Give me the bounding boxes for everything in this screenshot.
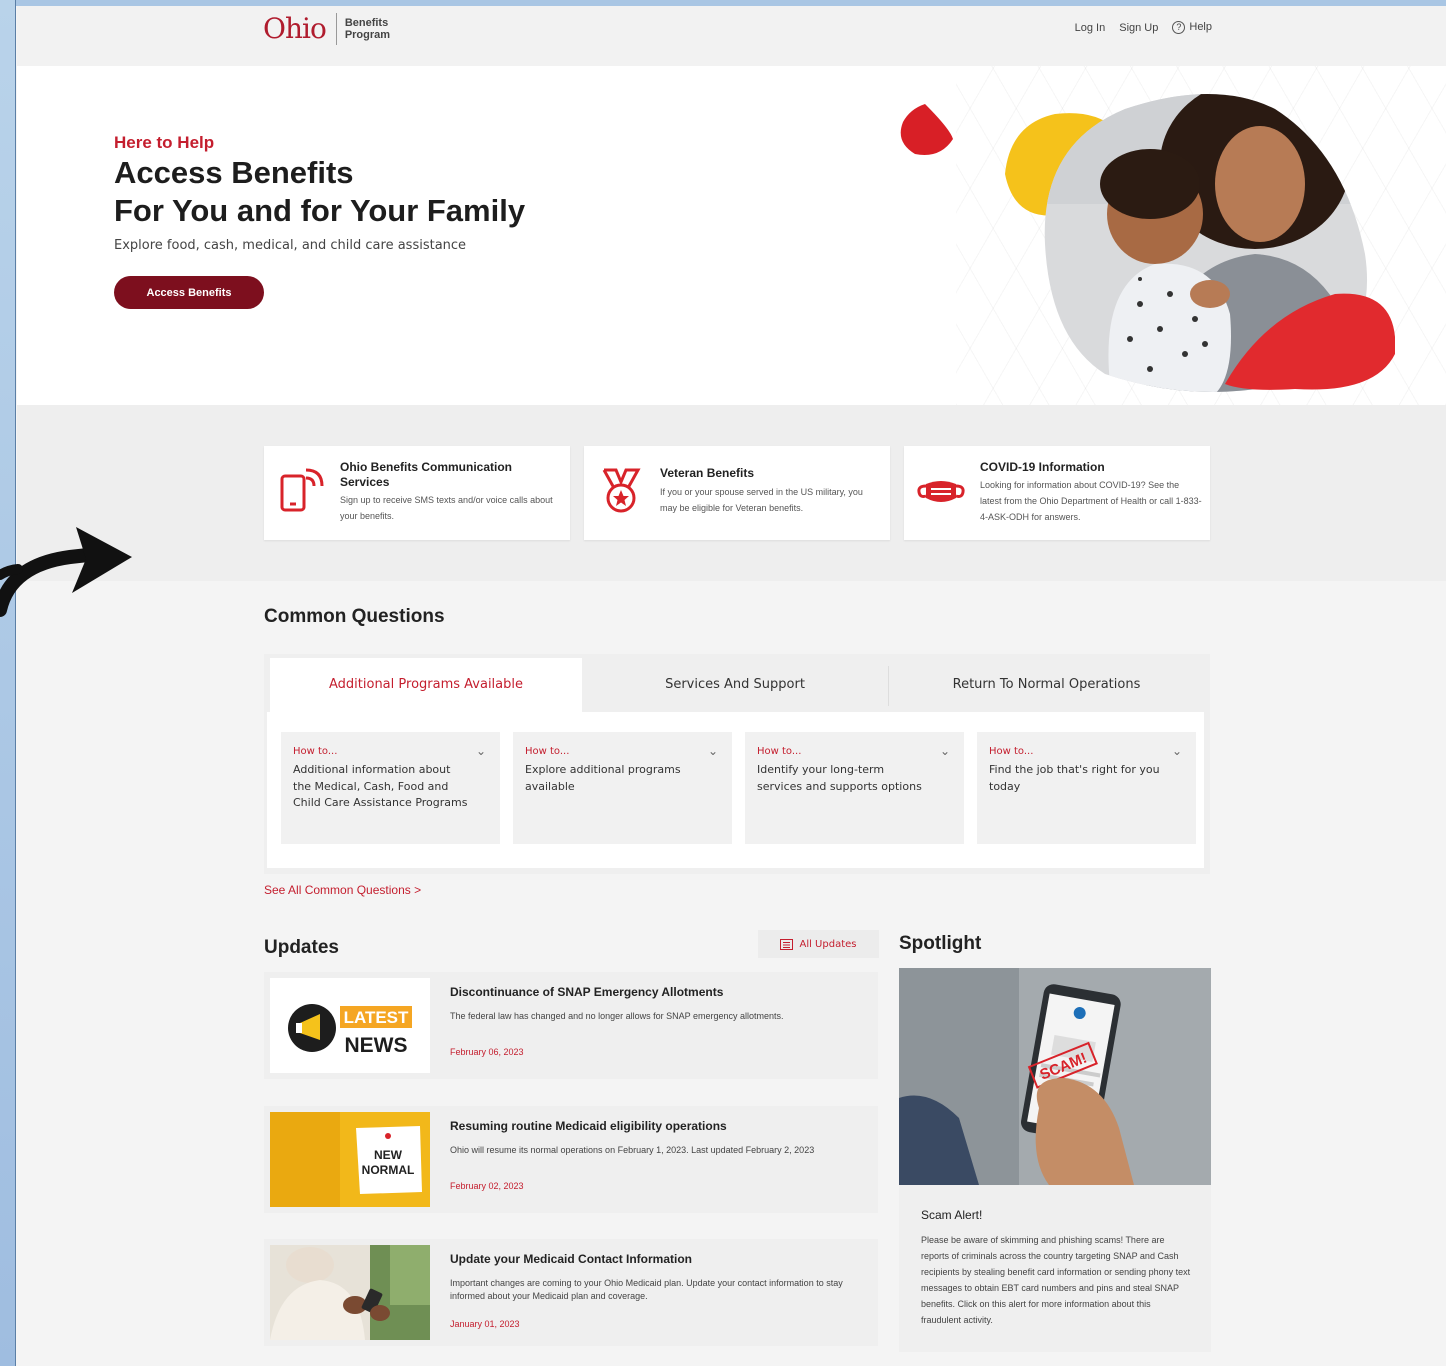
thumb-text-new: NEW (374, 1148, 403, 1162)
hero-title-line-1: Access Benefits (114, 155, 354, 190)
logo-separator (335, 12, 337, 45)
faq-item[interactable]: How to... ⌄ Find the job that's right fo… (977, 732, 1196, 844)
common-questions-tabs: Additional Programs Available Services A… (264, 654, 1210, 874)
new-normal-image: NEW NORMAL (270, 1112, 430, 1207)
faq-how: How to... (293, 746, 338, 757)
info-card-desc: If you or your spouse served in the US m… (660, 487, 863, 513)
hero-title: Access Benefits For You and for Your Fam… (114, 154, 525, 230)
info-card-title: COVID-19 Information (980, 460, 1105, 474)
login-link[interactable]: Log In (1075, 22, 1106, 34)
faq-question: Additional information about the Medical… (293, 763, 468, 809)
help-icon: ? (1172, 21, 1186, 34)
medal-icon (602, 468, 641, 513)
faq-how: How to... (525, 746, 570, 757)
mask-icon (917, 481, 965, 502)
see-all-questions-link[interactable]: See All Common Questions > (264, 883, 421, 897)
update-thumbnail (270, 1245, 430, 1340)
update-thumbnail: NEW NORMAL (270, 1112, 430, 1207)
window-frame-left (0, 0, 16, 1366)
header-nav: Log In Sign Up ? Help (1075, 21, 1212, 34)
tab-return-normal[interactable]: Return To Normal Operations (889, 658, 1204, 712)
faq-question: Explore additional programs available (525, 763, 681, 793)
info-card-desc: Sign up to receive SMS texts and/or voic… (340, 495, 553, 521)
logo-sub-line-2: Program (344, 28, 391, 41)
hero-title-line-2: For You and for Your Family (114, 193, 526, 228)
update-thumbnail: LATEST NEWS (270, 978, 430, 1073)
update-desc: The federal law has changed and no longe… (450, 1011, 784, 1021)
update-item[interactable]: Update your Medicaid Contact Information… (264, 1239, 878, 1346)
hero-section: Here to Help Access Benefits For You and… (17, 66, 1446, 405)
info-card-covid[interactable]: COVID-19 Information Looking for informa… (904, 446, 1210, 540)
update-item[interactable]: LATEST NEWS Discontinuance of SNAP Emerg… (264, 972, 878, 1079)
page: Ohio Benefits Program Log In Sign Up ? He… (17, 6, 1446, 1366)
info-card-desc: Looking for information about COVID-19? … (980, 480, 1202, 522)
common-questions-title: Common Questions (264, 606, 445, 627)
hero-subtitle: Explore food, cash, medical, and child c… (114, 238, 467, 253)
update-item[interactable]: NEW NORMAL Resuming routine Medicaid eli… (264, 1106, 878, 1213)
update-date: February 02, 2023 (450, 1181, 524, 1191)
update-title: Update your Medicaid Contact Information (450, 1252, 693, 1266)
update-title: Discontinuance of SNAP Emergency Allotme… (450, 985, 724, 999)
thumb-text-normal: NORMAL (362, 1163, 415, 1177)
spotlight-heading: Scam Alert! (921, 1208, 983, 1222)
faq-item[interactable]: How to... ⌄ Additional information about… (281, 732, 500, 844)
phone-signal-icon (280, 468, 324, 512)
help-label: Help (1189, 21, 1212, 33)
chevron-down-icon[interactable]: ⌄ (1172, 744, 1182, 758)
thumb-text-latest: LATEST (344, 1008, 409, 1027)
spotlight-card[interactable]: SCAM! Scam Alert! Please be aware of ski… (899, 968, 1211, 1352)
access-benefits-button[interactable]: Access Benefits (114, 276, 264, 309)
info-card-communication[interactable]: Ohio Benefits Communication Services Sig… (264, 446, 570, 540)
faq-item[interactable]: How to... ⌄ Identify your long-term serv… (745, 732, 964, 844)
update-desc: Ohio will resume its normal operations o… (450, 1145, 815, 1155)
spotlight-image: SCAM! (899, 968, 1211, 1185)
signup-link[interactable]: Sign Up (1119, 22, 1158, 34)
update-date: February 06, 2023 (450, 1047, 524, 1057)
help-link[interactable]: ? Help (1172, 21, 1212, 34)
chevron-down-icon[interactable]: ⌄ (940, 744, 950, 758)
site-header: Ohio Benefits Program Log In Sign Up ? He… (17, 6, 1446, 66)
annotation-arrow (0, 527, 132, 617)
tab-services-support[interactable]: Services And Support (582, 658, 888, 712)
tab-additional-programs[interactable]: Additional Programs Available (270, 658, 582, 712)
faq-question: Identify your long-term services and sup… (757, 763, 922, 793)
info-card-veteran[interactable]: Veteran Benefits If you or your spouse s… (584, 446, 890, 540)
latest-news-image: LATEST NEWS (270, 978, 430, 1073)
spotlight-title: Spotlight (899, 933, 982, 954)
woman-phone-image (270, 1245, 430, 1340)
update-title: Resuming routine Medicaid eligibility op… (450, 1119, 727, 1133)
thumb-text-news: NEWS (345, 1034, 408, 1057)
update-date: January 01, 2023 (450, 1319, 520, 1329)
tab-panel: How to... ⌄ Additional information about… (267, 712, 1204, 868)
updates-title: Updates (264, 937, 339, 958)
info-card-title: Ohio Benefits Communication Services (340, 460, 513, 489)
info-cards-band: Ohio Benefits Communication Services Sig… (17, 405, 1446, 581)
chevron-down-icon[interactable]: ⌄ (476, 744, 486, 758)
newspaper-icon (780, 938, 794, 950)
all-updates-label: All Updates (799, 938, 857, 950)
hero-family-image (900, 94, 1395, 392)
info-card-title: Veteran Benefits (660, 466, 755, 480)
logo-sub-line-1: Benefits (344, 16, 389, 29)
faq-question: Find the job that's right for you today (989, 763, 1160, 793)
scam-phone-image: SCAM! (899, 968, 1211, 1185)
faq-item[interactable]: How to... ⌄ Explore additional programs … (513, 732, 732, 844)
chevron-down-icon[interactable]: ⌄ (708, 744, 718, 758)
hero-eyebrow: Here to Help (114, 133, 215, 152)
faq-how: How to... (989, 746, 1034, 757)
spotlight-body: Please be aware of skimming and phishing… (921, 1235, 1191, 1325)
all-updates-button[interactable]: All Updates (758, 930, 879, 958)
logo-word: Ohio (263, 12, 327, 45)
update-desc: Important changes are coming to your Ohi… (450, 1278, 843, 1301)
ohio-logo[interactable]: Ohio Benefits Program (263, 12, 390, 45)
logo-subtitle: Benefits Program (345, 17, 390, 41)
faq-how: How to... (757, 746, 802, 757)
